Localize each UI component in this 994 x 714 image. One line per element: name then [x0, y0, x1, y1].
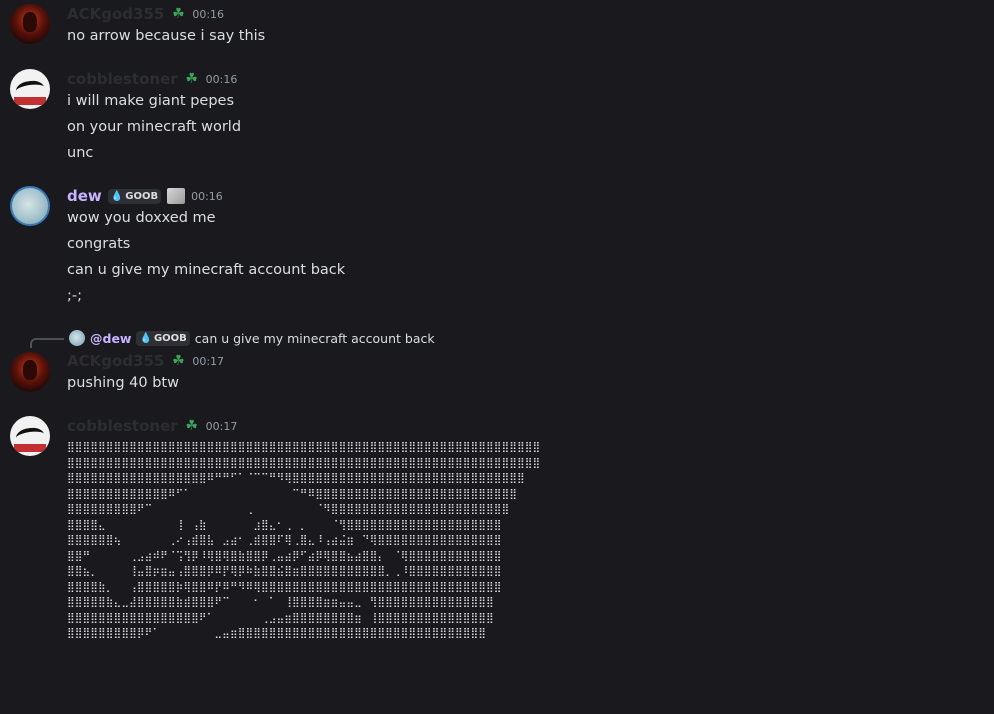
message-header: cobblestoner ☘ 00:16	[67, 70, 237, 88]
message-text: congrats	[67, 236, 131, 252]
message-text: on your minecraft world	[67, 119, 242, 135]
guild-tag-label: GOOB	[125, 190, 159, 202]
guild-tag[interactable]: 💧 GOOB	[136, 330, 190, 346]
reply-connector	[30, 338, 64, 348]
guild-tag-label: GOOB	[153, 332, 187, 344]
message-header: cobblestoner ☘ 00:17	[67, 417, 237, 435]
timestamp[interactable]: 00:17	[192, 355, 224, 368]
username[interactable]: dew	[67, 187, 102, 205]
water-drop-icon: 💧	[139, 332, 152, 344]
avatar[interactable]	[10, 186, 50, 226]
avatar[interactable]	[10, 4, 50, 44]
guild-tag[interactable]: 💧 GOOB	[107, 188, 162, 204]
timestamp[interactable]: 00:16	[206, 73, 238, 86]
reply-text[interactable]: can u give my minecraft account back	[195, 331, 435, 346]
message-text: unc	[67, 145, 94, 161]
reply-mention[interactable]: @dew	[90, 331, 131, 346]
clover-icon[interactable]: ☘	[184, 418, 200, 434]
clover-icon[interactable]: ☘	[170, 353, 186, 369]
avatar[interactable]	[10, 352, 50, 392]
message-text: i will make giant pepes	[67, 93, 235, 109]
username[interactable]: ACKgod355	[67, 5, 164, 23]
message-text: pushing 40 btw	[67, 375, 179, 391]
message-header: ACKgod355 ☘ 00:17	[67, 352, 224, 370]
message-header: ACKgod355 ☘ 00:16	[67, 5, 224, 23]
chat-log: ACKgod355 ☘ 00:16 no arrow because i say…	[0, 0, 994, 714]
timestamp[interactable]: 00:16	[192, 8, 224, 21]
message-text: wow you doxxed me	[67, 210, 216, 226]
message-header: dew 💧 GOOB 00:16	[67, 187, 223, 205]
avatar[interactable]	[10, 69, 50, 109]
ascii-art-message: ⣿⣿⣿⣿⣿⣿⣿⣿⣿⣿⣿⣿⣿⣿⣿⣿⣿⣿⣿⣿⣿⣿⣿⣿⣿⣿⣿⣿⣿⣿⣿⣿⣿⣿⣿⣿⣿⣿⣿⣿…	[67, 441, 541, 639]
clover-icon[interactable]: ☘	[184, 71, 200, 87]
profile-badge-image[interactable]	[167, 188, 186, 204]
message-text: ;-;	[67, 288, 83, 304]
reply-preview[interactable]: @dew 💧 GOOB can u give my minecraft acco…	[30, 329, 435, 348]
clover-icon[interactable]: ☘	[170, 6, 186, 22]
timestamp[interactable]: 00:16	[191, 190, 223, 203]
reply-avatar	[69, 330, 85, 346]
message-text: no arrow because i say this	[67, 28, 266, 44]
avatar[interactable]	[10, 416, 50, 456]
username[interactable]: cobblestoner	[67, 70, 178, 88]
username[interactable]: ACKgod355	[67, 352, 164, 370]
username[interactable]: cobblestoner	[67, 417, 178, 435]
message-text: can u give my minecraft account back	[67, 262, 346, 278]
water-drop-icon: 💧	[110, 190, 124, 202]
timestamp[interactable]: 00:17	[206, 420, 238, 433]
